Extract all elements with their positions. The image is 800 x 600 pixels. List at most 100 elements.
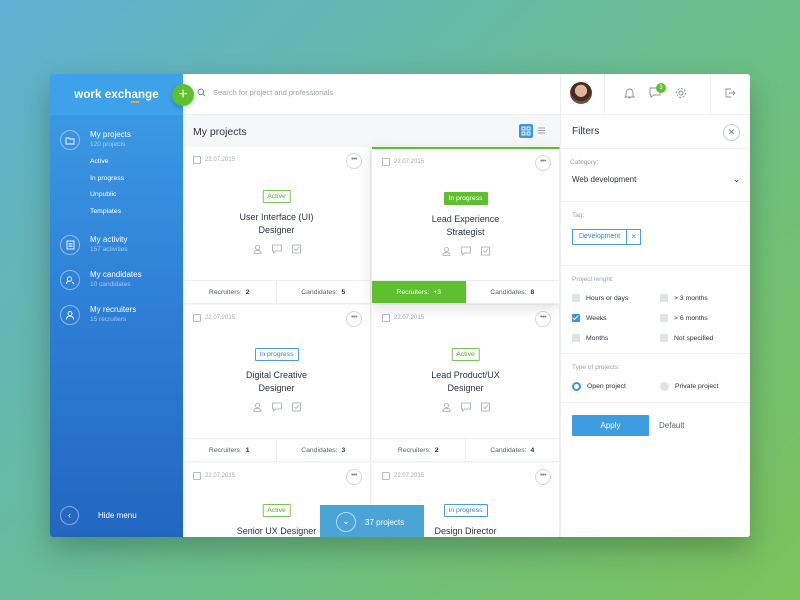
sidebar-item-count: 157 activities: [90, 246, 128, 253]
type-option-private-project[interactable]: Private project: [660, 382, 718, 391]
chevron-left-icon: ‹: [60, 506, 79, 525]
category-select[interactable]: Web development ⌄: [572, 175, 740, 184]
sidebar-item-my-activity[interactable]: My activity 157 activities: [50, 232, 183, 255]
sidebar-item-my-candidates[interactable]: My candidates 10 candidates: [50, 267, 183, 290]
sidebar-item-my-projects[interactable]: My projects 120 projects: [50, 127, 183, 150]
user-icon[interactable]: [252, 402, 262, 412]
sidebar-item-my-recruiters[interactable]: My recruiters 15 recruiters: [50, 302, 183, 325]
select-checkbox[interactable]: [193, 472, 201, 480]
user-icon[interactable]: [252, 244, 262, 254]
grid-view-button[interactable]: [519, 124, 533, 138]
default-button[interactable]: Default: [659, 421, 684, 430]
close-icon[interactable]: ✕: [723, 124, 740, 141]
length-option-3-months[interactable]: > 3 months: [660, 294, 708, 302]
gear-icon[interactable]: [675, 87, 687, 99]
length-option-weeks[interactable]: Weeks: [572, 314, 607, 322]
status-badge: In progress: [254, 348, 299, 361]
hide-menu-button[interactable]: ‹ Hide menu: [60, 506, 137, 525]
submenu-in-progress[interactable]: In progress: [90, 171, 183, 188]
recruiters-count[interactable]: Recruiters: 1: [183, 439, 277, 461]
project-card[interactable]: 22.07.2015 ••• In progress Digital Creat…: [183, 305, 371, 462]
candidates-count[interactable]: Candidates: 3: [277, 439, 371, 461]
select-checkbox[interactable]: [193, 314, 201, 322]
submenu-active[interactable]: Active: [90, 154, 183, 171]
more-options-icon[interactable]: •••: [535, 155, 551, 171]
messages-badge: 3: [656, 83, 666, 93]
comment-icon[interactable]: [460, 246, 471, 256]
comment-icon[interactable]: [271, 402, 282, 412]
list-view-icon[interactable]: [537, 126, 546, 135]
candidates-count[interactable]: Candidates: 5: [277, 281, 371, 303]
checkbox[interactable]: [660, 294, 668, 302]
recruiters-count[interactable]: Recruiters: 2: [372, 439, 466, 461]
project-card-selected[interactable]: 22.07.2015 ••• In progress Lead Experien…: [372, 147, 560, 304]
checkbox[interactable]: [660, 314, 668, 322]
comment-icon[interactable]: [271, 244, 282, 254]
bell-icon[interactable]: [624, 87, 635, 99]
card-date: 22.07.2015: [205, 157, 236, 163]
project-card[interactable]: 22.07.2015 ••• Active Lead Product/UX Des…: [372, 305, 560, 462]
task-check-icon[interactable]: [480, 402, 490, 412]
search-input[interactable]: Search for project and professionals: [213, 88, 333, 97]
length-option-months[interactable]: Months: [572, 334, 608, 342]
user-icon[interactable]: [441, 246, 451, 256]
search-bar[interactable]: Search for project and professionals: [197, 88, 333, 97]
checkbox[interactable]: [572, 294, 580, 302]
avatar[interactable]: [570, 82, 592, 104]
more-options-icon[interactable]: •••: [346, 153, 362, 169]
card-title: Digital Creative Designer: [245, 370, 308, 393]
hide-menu-label: Hide menu: [98, 511, 137, 520]
checkbox[interactable]: [572, 334, 580, 342]
remove-tag-icon[interactable]: ×: [626, 230, 640, 244]
top-bar: Search for project and professionals 3: [183, 74, 750, 115]
add-project-button[interactable]: +: [172, 84, 194, 106]
more-options-icon[interactable]: •••: [346, 469, 362, 485]
checkbox-checked[interactable]: [572, 314, 580, 322]
divider: [561, 353, 750, 354]
select-checkbox[interactable]: [382, 314, 390, 322]
sidebar-item-label: My recruiters: [90, 305, 137, 314]
submenu-unpublic[interactable]: Unpublic: [90, 187, 183, 204]
recruiters-count[interactable]: Recruiters: +3: [372, 281, 466, 303]
submenu-templates[interactable]: Templates: [90, 204, 183, 221]
task-check-icon[interactable]: [291, 402, 301, 412]
candidates-count[interactable]: Candidates: 4: [466, 439, 560, 461]
select-checkbox[interactable]: [382, 472, 390, 480]
divider: [561, 265, 750, 266]
user-icon[interactable]: [441, 402, 451, 412]
load-more-projects-button[interactable]: ⌄ 37 projects: [320, 505, 424, 537]
logout-icon[interactable]: [724, 87, 736, 99]
tag-chip[interactable]: Development ×: [572, 229, 642, 245]
project-type-label: Type of projects:: [572, 364, 620, 371]
status-badge: Active: [451, 348, 480, 361]
comment-icon[interactable]: [460, 402, 471, 412]
more-options-icon[interactable]: •••: [535, 311, 551, 327]
checkbox[interactable]: [660, 334, 668, 342]
tag-value: Development: [579, 233, 621, 240]
select-checkbox[interactable]: [193, 156, 201, 164]
logo[interactable]: work exchange: [50, 74, 183, 115]
length-option-6-months[interactable]: > 6 months: [660, 314, 708, 322]
divider: [710, 74, 711, 115]
select-checkbox[interactable]: [382, 158, 390, 166]
projects-count-label: 37 projects: [365, 517, 405, 527]
category-value: Web development: [572, 175, 637, 184]
status-badge: Active: [262, 190, 291, 203]
length-option-not-specified[interactable]: Not specified: [660, 334, 713, 342]
task-check-icon[interactable]: [291, 244, 301, 254]
task-check-icon[interactable]: [480, 246, 490, 256]
card-date: 22.07.2015: [205, 473, 236, 479]
project-card[interactable]: 22.07.2015 ••• Active User Interface (UI…: [183, 147, 371, 304]
candidate-search-icon: [60, 270, 80, 290]
type-option-open-project[interactable]: Open project: [572, 382, 626, 391]
card-title: Lead Experience Strategist: [431, 214, 500, 237]
length-option-hours-or-days[interactable]: Hours or days: [572, 294, 628, 302]
radio-selected[interactable]: [572, 382, 581, 391]
candidates-count[interactable]: Candidates: 8: [466, 281, 560, 303]
recruiters-count[interactable]: Recruiters: 2: [183, 281, 277, 303]
radio[interactable]: [660, 382, 669, 391]
apply-button[interactable]: Apply: [572, 415, 649, 436]
status-badge: Active: [262, 504, 291, 517]
more-options-icon[interactable]: •••: [535, 469, 551, 485]
more-options-icon[interactable]: •••: [346, 311, 362, 327]
